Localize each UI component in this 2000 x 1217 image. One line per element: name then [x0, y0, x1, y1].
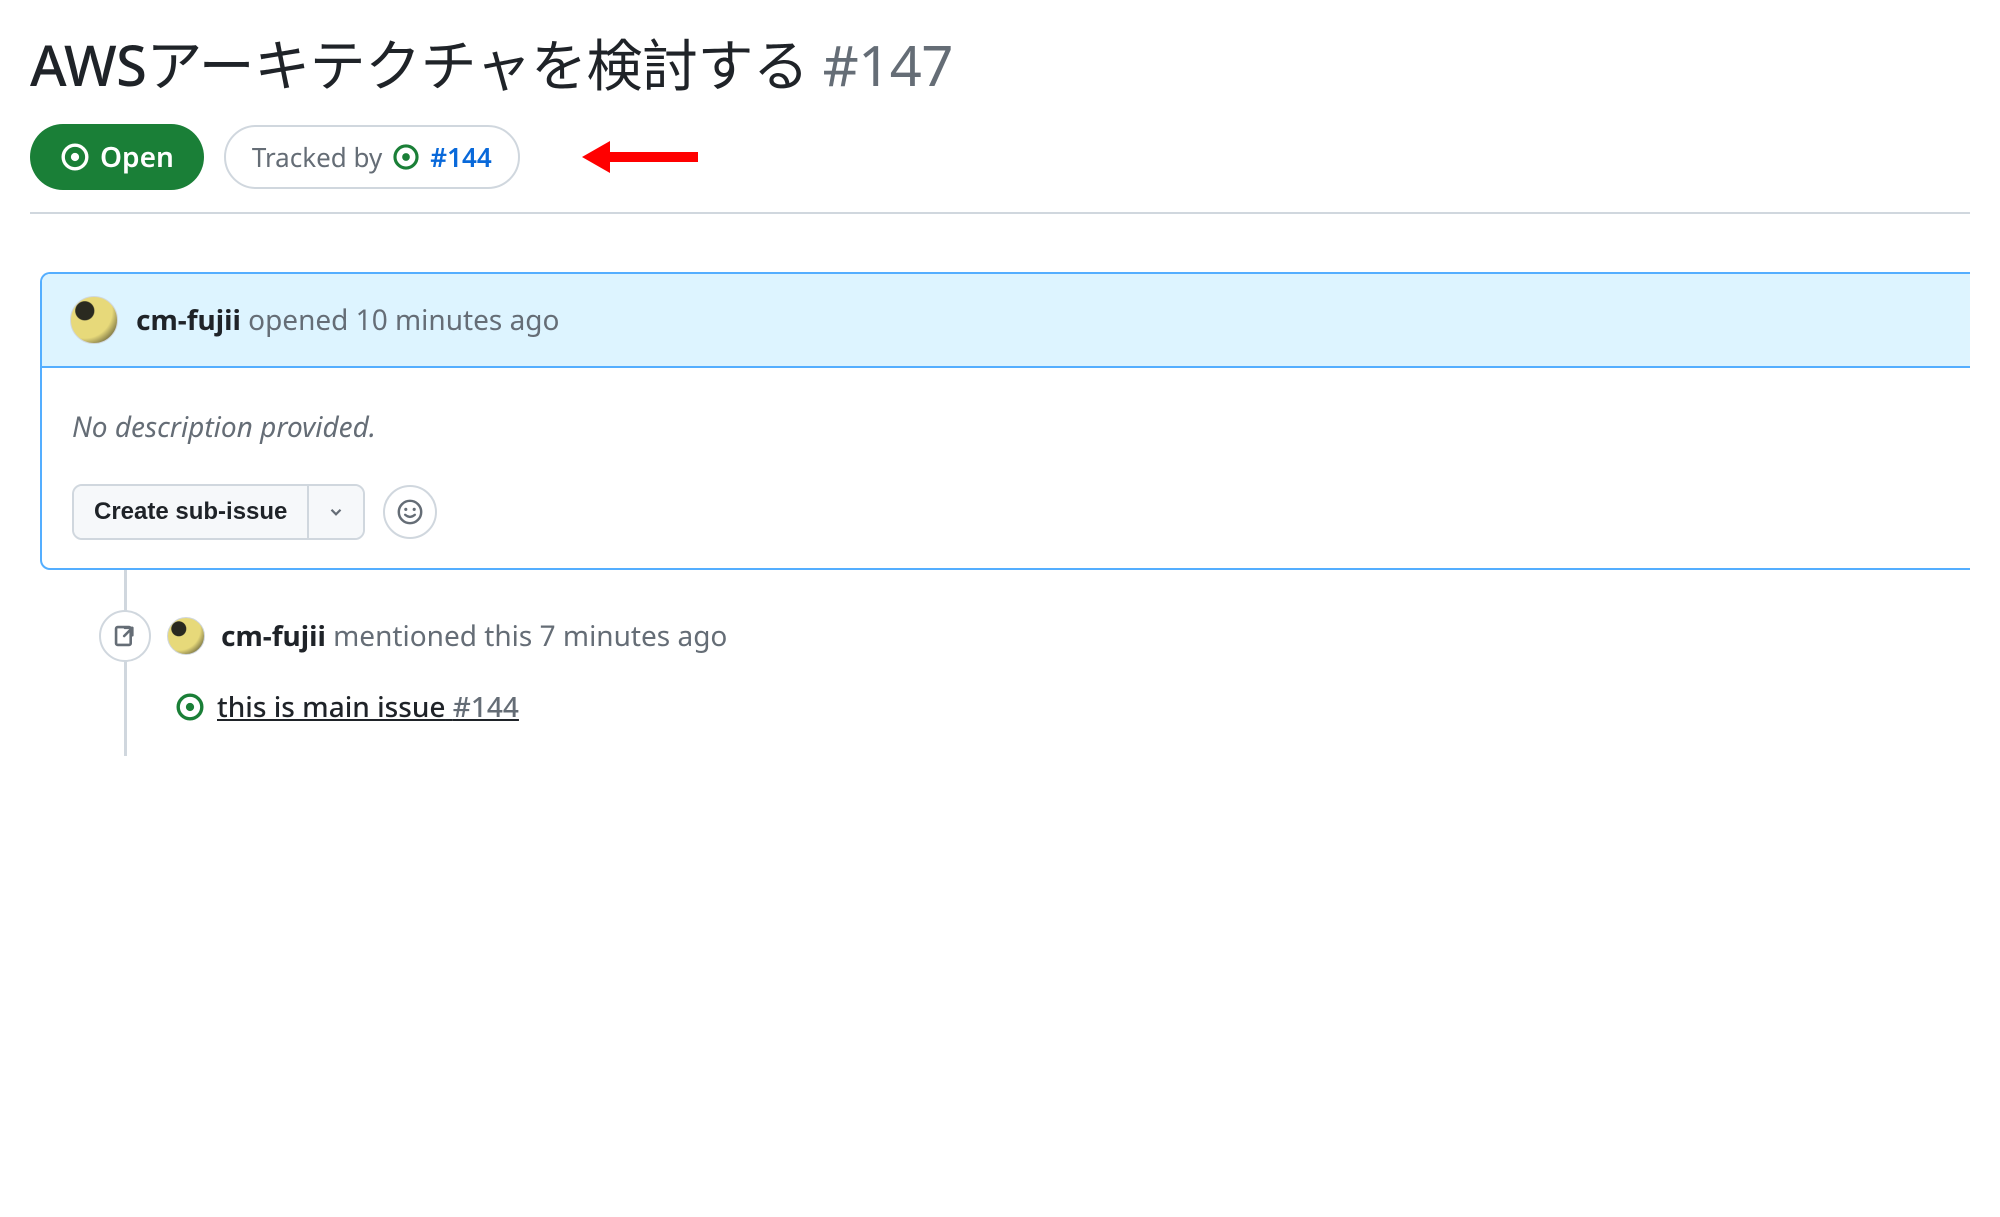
issue-title: AWSアーキテクチャを検討する #147 [30, 30, 1970, 100]
issue-title-text: AWSアーキテクチャを検討する [30, 27, 809, 103]
timeline-mention-row: cm-fujii mentioned this 7 minutes ago [127, 610, 1970, 662]
comment-timestamp: opened 10 minutes ago [248, 301, 559, 339]
status-row: Open Tracked by #144 [30, 124, 1970, 190]
smiley-icon [396, 498, 424, 526]
caret-down-icon [327, 503, 345, 521]
add-reaction-button[interactable] [383, 485, 437, 539]
header-divider [30, 212, 1970, 214]
arrow-left-icon [580, 135, 700, 179]
cross-reference-badge [99, 610, 151, 662]
comment-actions: Create sub-issue [42, 456, 1970, 568]
avatar[interactable] [70, 296, 118, 344]
timeline-reference: this is main issue #144 [127, 688, 1970, 726]
issue-state-label: Open [100, 138, 174, 176]
annotation-arrow [580, 135, 700, 179]
timeline: cm-fujii mentioned this 7 minutes ago th… [124, 570, 1970, 756]
issue-open-icon [392, 143, 420, 171]
tracked-by-issue-link[interactable]: #144 [430, 139, 491, 175]
issue-opening-comment: cm-fujii opened 10 minutes ago No descri… [40, 272, 1970, 570]
issue-open-icon [175, 692, 205, 722]
comment-body: No description provided. [42, 368, 1970, 456]
referenced-issue-number: #144 [453, 688, 519, 726]
cross-reference-icon [112, 623, 138, 649]
issue-state-badge: Open [30, 124, 204, 190]
create-sub-issue-button[interactable]: Create sub-issue [74, 486, 307, 538]
timeline-mention-text: mentioned this 7 minutes ago [333, 617, 727, 655]
issue-number: #147 [823, 27, 953, 103]
issue-open-icon [60, 142, 90, 172]
comment-header: cm-fujii opened 10 minutes ago [42, 274, 1970, 368]
comment-author[interactable]: cm-fujii [136, 301, 241, 339]
create-sub-issue-group: Create sub-issue [72, 484, 365, 540]
create-sub-issue-dropdown[interactable] [307, 486, 363, 538]
tracked-by-label: Tracked by [252, 139, 382, 175]
avatar[interactable] [167, 617, 205, 655]
tracked-by-pill[interactable]: Tracked by #144 [224, 125, 520, 189]
timeline-author[interactable]: cm-fujii [221, 617, 326, 655]
referenced-issue-title: this is main issue [217, 688, 446, 726]
referenced-issue-link[interactable]: this is main issue #144 [217, 688, 519, 726]
issue-title-row: AWSアーキテクチャを検討する #147 [30, 30, 1970, 100]
